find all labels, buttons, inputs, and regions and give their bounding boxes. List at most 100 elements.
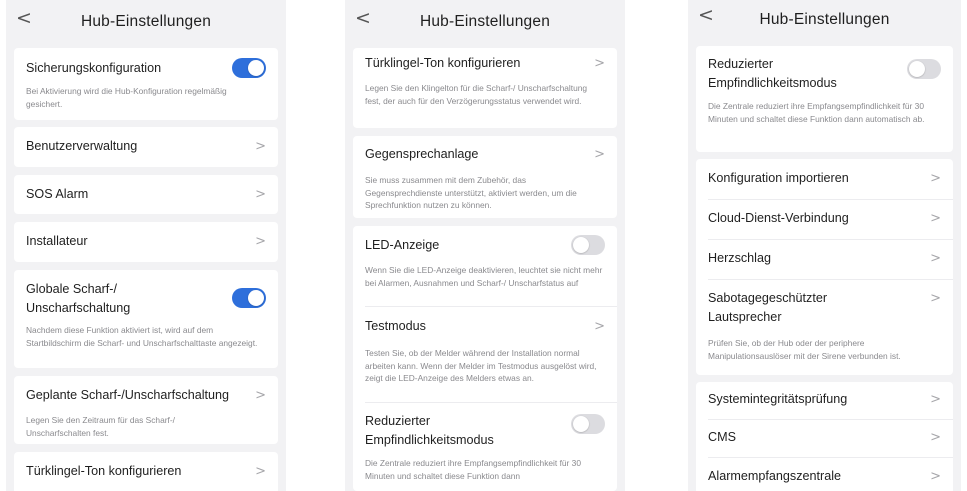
page-title: Hub-Einstellungen [419,13,551,30]
chevron-right-icon: > [255,234,266,249]
reduced-sensitivity-label-line2: Empfindlichkeitsmodus [365,433,494,447]
header: < Hub-Einstellungen [6,0,286,44]
chevron-right-icon: > [930,211,941,226]
import-config-row[interactable]: Konfiguration importieren > [708,169,941,188]
cloud-connection-row[interactable]: Cloud-Dienst-Verbindung > [708,209,941,228]
reduced-sensitivity-toggle[interactable] [571,414,605,434]
settings-group-card: Konfiguration importieren > Cloud-Dienst… [696,159,953,375]
led-row: LED-Anzeige [365,235,605,255]
toggle-knob [573,416,589,432]
divider [708,239,953,240]
intercom-description: Sie muss zusammen mit dem Zubehör, das G… [365,175,577,210]
installer-item[interactable]: Installateur > [14,222,278,262]
alarm-center-row[interactable]: Alarmempfangszentrale > [708,467,941,486]
led-description: Wenn Sie die LED-Anzeige deaktivieren, l… [365,265,603,288]
test-mode-description: Testen Sie, ob der Melder während der In… [365,348,597,383]
reduced-sensitivity-description: Die Zentrale reduziert ihre Empfangsempf… [365,458,581,481]
chevron-right-icon: > [255,464,266,479]
backup-config-toggle[interactable] [232,58,266,78]
chevron-right-icon: > [255,187,266,202]
reduced-sensitivity-label-line1: Reduzierter [708,57,774,71]
header: < Hub-Einstellungen [688,0,961,40]
back-button[interactable]: < [355,9,371,28]
reduced-sensitivity-card: Reduzierter Empfindlichkeitsmodus Die Ze… [696,46,953,152]
test-mode-row[interactable]: Testmodus > [365,317,605,336]
installer-row: Installateur > [26,232,266,251]
scheduled-arm-item[interactable]: Geplante Scharf-/Unscharfschaltung > Leg… [14,376,278,444]
chevron-right-icon: > [255,388,266,403]
back-button[interactable]: < [698,6,714,25]
installer-label: Installateur [26,234,88,248]
chevron-right-icon: > [930,430,941,445]
intercom-label: Gegensprechanlage [365,147,479,161]
page-title: Hub-Einstellungen [759,11,890,28]
sos-alarm-row: SOS Alarm > [26,185,266,204]
chevron-right-icon: > [930,291,941,306]
chevron-right-icon: > [255,139,266,154]
user-management-row: Benutzerverwaltung > [26,137,266,156]
tamper-speaker-row[interactable]: Sabotagegeschützter Lautsprecher > [708,289,941,327]
global-arm-label-line2: Unscharfschaltung [26,301,131,315]
scheduled-arm-description: Legen Sie den Zeitraum für das Scharf-/ … [26,415,175,438]
global-arm-label: Globale Scharf-/ Unscharfschaltung [26,280,130,318]
reduced-sensitivity-row: Reduzierter Empfindlichkeitsmodus [708,55,941,93]
cloud-connection-label: Cloud-Dienst-Verbindung [708,211,849,225]
led-label: LED-Anzeige [365,237,440,252]
doorbell-row: Türklingel-Ton konfigurieren > [26,462,266,481]
toggle-knob [248,60,264,76]
chevron-right-icon: > [930,251,941,266]
doorbell-label: Türklingel-Ton konfigurieren [26,464,182,478]
scheduled-arm-row: Geplante Scharf-/Unscharfschaltung > [26,386,266,405]
backup-config-card: Sicherungskonfiguration Bei Aktivierung … [14,48,278,120]
reduced-sensitivity-label: Reduzierter Empfindlichkeitsmodus [708,55,837,93]
page-title: Hub-Einstellungen [80,13,212,30]
cms-row[interactable]: CMS > [708,428,941,447]
integrity-check-row[interactable]: Systemintegritätsprüfung > [708,390,941,409]
settings-group-card: LED-Anzeige Wenn Sie die LED-Anzeige dea… [353,226,617,491]
global-arm-toggle[interactable] [232,288,266,308]
backup-config-label: Sicherungskonfiguration [26,60,162,75]
doorbell-item[interactable]: Türklingel-Ton konfigurieren > Legen Sie… [353,48,617,128]
alarm-center-label: Alarmempfangszentrale [708,469,841,483]
backup-config-description: Bei Aktivierung wird die Hub-Konfigurati… [26,86,227,109]
scheduled-arm-label: Geplante Scharf-/Unscharfschaltung [26,388,230,402]
chevron-right-icon: > [594,56,605,71]
settings-screen-1: < Hub-Einstellungen Sicherungskonfigurat… [6,0,286,491]
global-arm-label-line1: Globale Scharf-/ [26,282,117,296]
global-arm-row: Globale Scharf-/ Unscharfschaltung [26,280,266,318]
doorbell-description: Legen Sie den Klingelton für die Scharf-… [365,83,588,106]
cms-label: CMS [708,430,736,444]
chevron-right-icon: > [930,392,941,407]
sos-alarm-item[interactable]: SOS Alarm > [14,175,278,214]
reduced-sensitivity-toggle[interactable] [907,59,941,79]
global-arm-card: Globale Scharf-/ Unscharfschaltung Nachd… [14,270,278,368]
tamper-speaker-description: Prüfen Sie, ob der Hub oder der peripher… [708,338,901,361]
reduced-sensitivity-label-line1: Reduzierter [365,414,431,428]
user-management-item[interactable]: Benutzerverwaltung > [14,127,278,167]
chevron-right-icon: > [594,319,605,334]
toggle-knob [573,237,589,253]
integrity-check-label: Systemintegritätsprüfung [708,392,848,406]
led-toggle[interactable] [571,235,605,255]
toggle-knob [909,61,925,77]
heartbeat-row[interactable]: Herzschlag > [708,249,941,268]
intercom-row: Gegensprechanlage > [365,145,605,164]
import-config-label: Konfiguration importieren [708,171,849,185]
tamper-speaker-label-line1: Sabotagegeschützter [708,291,828,305]
doorbell-label: Türklingel-Ton konfigurieren [365,56,521,70]
divider [365,306,617,307]
chevron-right-icon: > [930,469,941,484]
settings-group-card: Systemintegritätsprüfung > CMS > Alarmem… [696,382,953,491]
heartbeat-label: Herzschlag [708,251,771,265]
reduced-sensitivity-row: Reduzierter Empfindlichkeitsmodus [365,412,605,450]
header: < Hub-Einstellungen [345,0,625,44]
test-mode-label: Testmodus [365,319,426,333]
tamper-speaker-label-line2: Lautsprecher [708,310,782,324]
back-button[interactable]: < [16,9,32,28]
intercom-item[interactable]: Gegensprechanlage > Sie muss zusammen mi… [353,136,617,218]
chevron-right-icon: > [594,147,605,162]
doorbell-item[interactable]: Türklingel-Ton konfigurieren > [14,452,278,491]
chevron-right-icon: > [930,171,941,186]
global-arm-description: Nachdem diese Funktion aktiviert ist, wi… [26,325,258,348]
tamper-speaker-label: Sabotagegeschützter Lautsprecher [708,289,827,327]
